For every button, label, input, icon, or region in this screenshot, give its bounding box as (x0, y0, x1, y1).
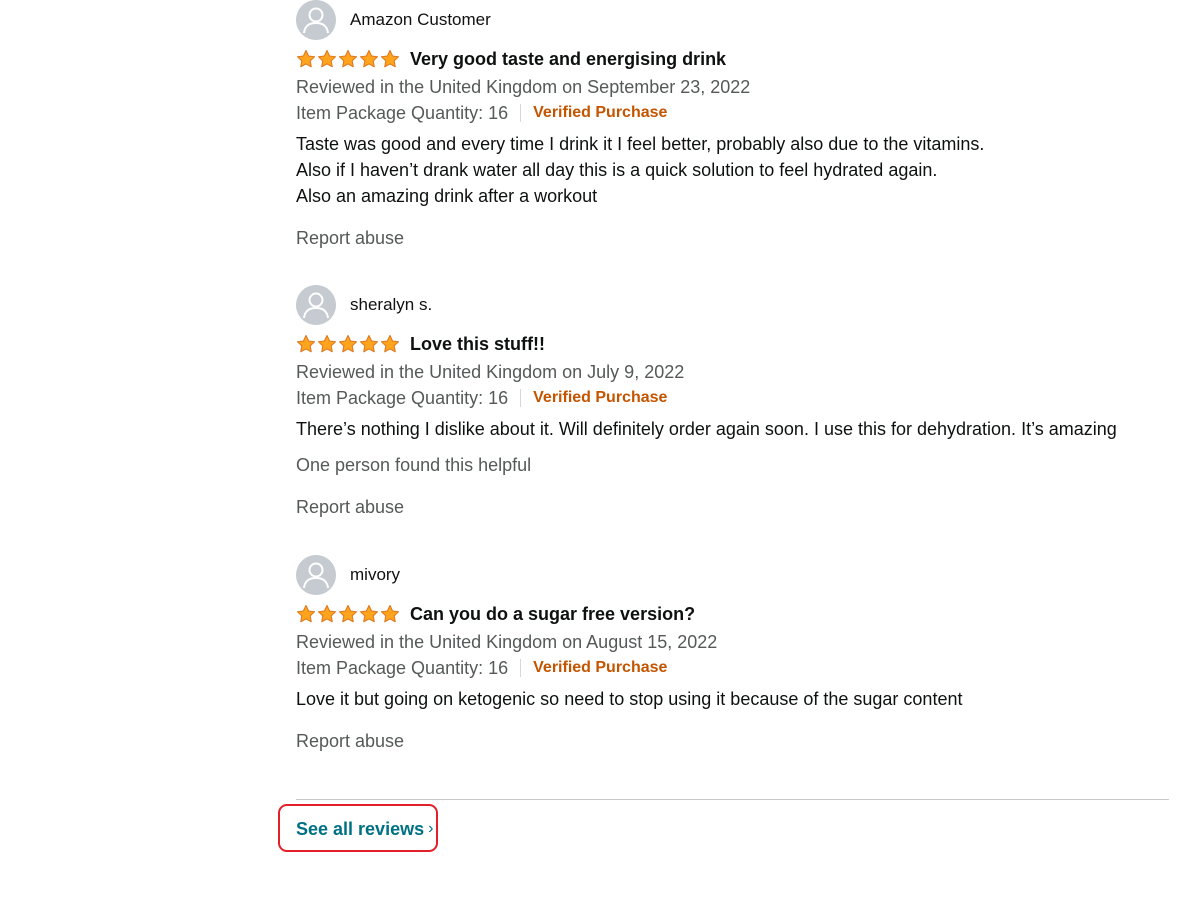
star-icon (359, 334, 379, 353)
review-title[interactable]: Love this stuff!! (410, 334, 545, 355)
reviewer-name[interactable]: sheralyn s. (350, 295, 432, 315)
user-avatar-icon (296, 555, 336, 595)
reviews-page: Amazon Customer Very good taste and ener… (0, 0, 1200, 908)
reviewer-profile[interactable]: sheralyn s. (296, 285, 1176, 325)
star-icon (380, 49, 400, 68)
star-icon (296, 604, 316, 623)
star-rating[interactable] (296, 604, 400, 624)
chevron-right-icon: › (428, 820, 434, 837)
review-body-line: There’s nothing I dislike about it. Will… (296, 419, 1117, 439)
reviewer-profile[interactable]: Amazon Customer (296, 0, 1176, 40)
user-avatar-icon (296, 285, 336, 325)
review-date: Reviewed in the United Kingdom on Septem… (296, 77, 751, 97)
review-item: mivory Can you do a sugar free version? … (296, 555, 1176, 754)
reviewer-profile[interactable]: mivory (296, 555, 1176, 595)
review-item: Amazon Customer Very good taste and ener… (296, 0, 1176, 251)
review-body-line: Also if I haven’t drank water all day th… (296, 160, 938, 180)
star-icon (317, 334, 337, 353)
helpful-count: One person found this helpful (296, 455, 532, 475)
verified-purchase-badge: Verified Purchase (533, 659, 668, 676)
star-icon (359, 604, 379, 623)
section-divider (296, 799, 1169, 800)
review-body: There’s nothing I dislike about it. Will… (296, 416, 1176, 442)
see-all-reviews-label[interactable]: See all reviews (296, 816, 424, 842)
star-icon (338, 334, 358, 353)
user-avatar-icon (296, 0, 336, 40)
star-icon (317, 49, 337, 68)
review-body: Taste was good and every time I drink it… (296, 131, 1176, 209)
star-icon (338, 604, 358, 623)
star-rating[interactable] (296, 334, 400, 354)
review-body-line: Taste was good and every time I drink it… (296, 134, 985, 154)
review-meta: Item Package Quantity: 16 Verified Purch… (296, 385, 1176, 411)
verified-purchase-badge: Verified Purchase (533, 389, 668, 406)
review-meta: Item Package Quantity: 16 Verified Purch… (296, 100, 1176, 126)
package-quantity[interactable]: Item Package Quantity: 16 (296, 655, 508, 681)
review-title[interactable]: Very good taste and energising drink (410, 49, 726, 70)
meta-divider (520, 659, 522, 677)
review-body-line: Also an amazing drink after a workout (296, 186, 598, 206)
star-icon (338, 49, 358, 68)
star-rating[interactable] (296, 49, 400, 69)
star-icon (317, 604, 337, 623)
meta-divider (520, 104, 522, 122)
review-date: Reviewed in the United Kingdom on August… (296, 632, 718, 652)
star-icon (296, 334, 316, 353)
star-icon (296, 49, 316, 68)
report-abuse-link[interactable]: Report abuse (296, 728, 1176, 754)
review-title[interactable]: Can you do a sugar free version? (410, 604, 695, 625)
review-body-line: Love it but going on ketogenic so need t… (296, 689, 963, 709)
reviewer-name[interactable]: Amazon Customer (350, 10, 491, 30)
star-icon (380, 604, 400, 623)
package-quantity[interactable]: Item Package Quantity: 16 (296, 100, 508, 126)
report-abuse-link[interactable]: Report abuse (296, 225, 1176, 251)
review-meta: Item Package Quantity: 16 Verified Purch… (296, 655, 1176, 681)
star-icon (359, 49, 379, 68)
reviewer-name[interactable]: mivory (350, 565, 400, 585)
package-quantity[interactable]: Item Package Quantity: 16 (296, 385, 508, 411)
verified-purchase-badge: Verified Purchase (533, 104, 668, 121)
see-all-reviews-link[interactable]: See all reviews › (296, 816, 433, 842)
review-item: sheralyn s. Love this stuff!! Reviewed i… (296, 285, 1176, 520)
star-icon (380, 334, 400, 353)
review-date: Reviewed in the United Kingdom on July 9… (296, 362, 685, 382)
review-body: Love it but going on ketogenic so need t… (296, 686, 1176, 712)
meta-divider (520, 389, 522, 407)
report-abuse-link[interactable]: Report abuse (296, 494, 1176, 520)
